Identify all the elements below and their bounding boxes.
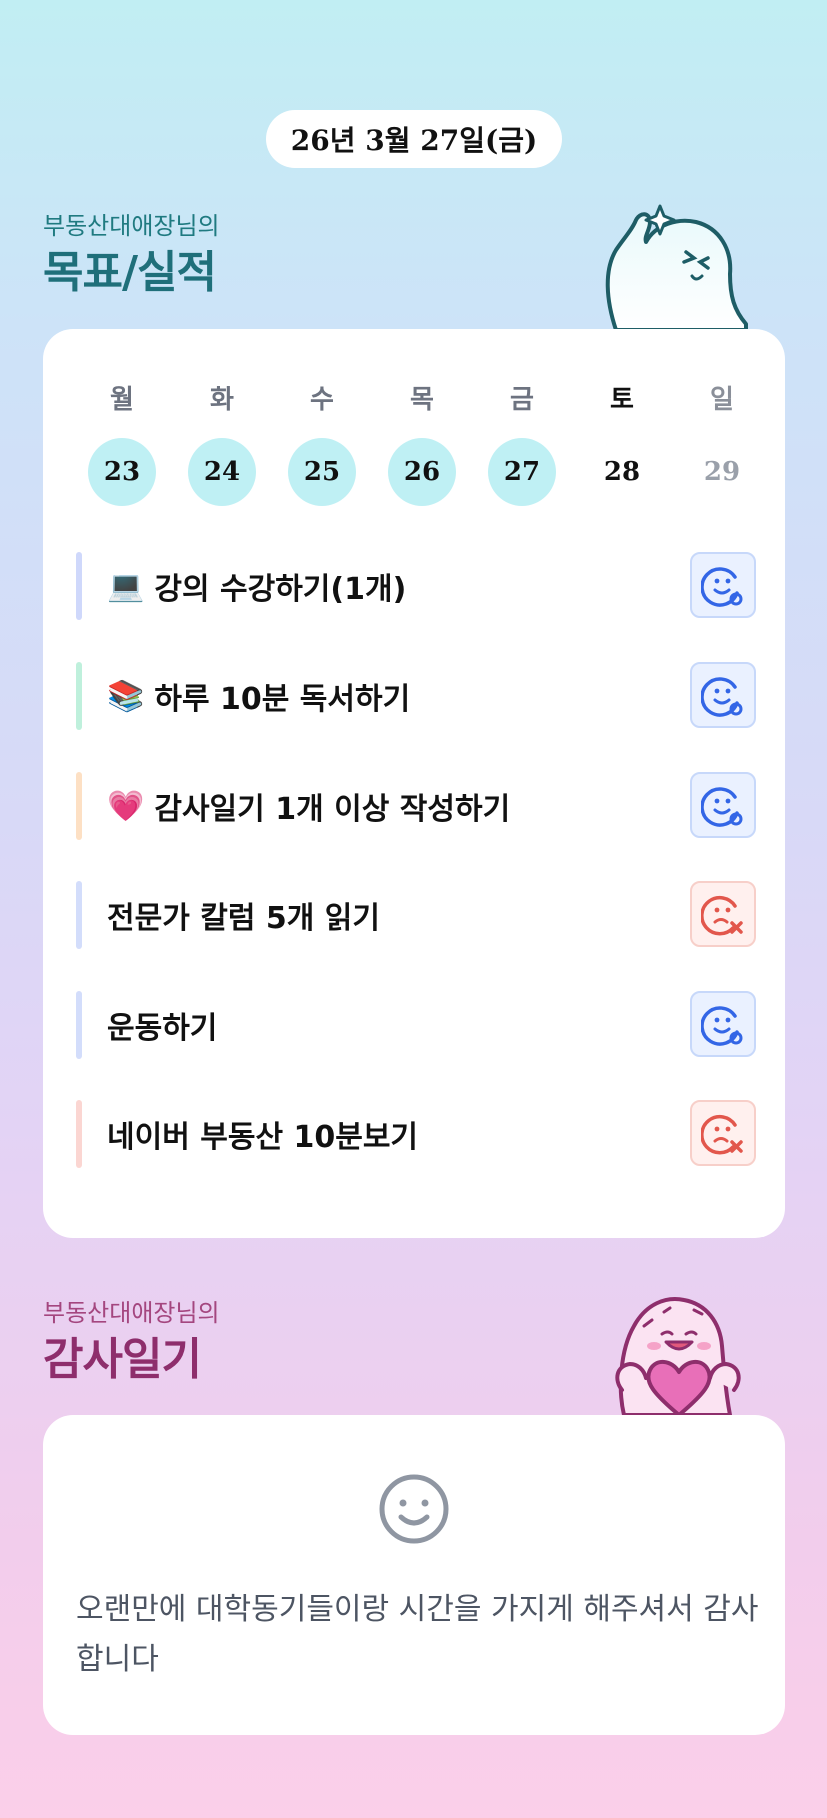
goal-label: 전문가 칼럼 5개 읽기 [107, 901, 381, 936]
goal-color-bar [76, 552, 82, 620]
weekday-label: 월 [110, 385, 134, 415]
calendar-day[interactable]: 24 [172, 438, 272, 506]
goal-label: 네이버 부동산 10분보기 [107, 1120, 419, 1155]
goals-card: 월 화 수 목 금 토 일 23 24 25 26 27 28 29 💻 강의 … [43, 329, 785, 1238]
goal-status-done[interactable] [690, 991, 756, 1057]
weekday-label: 목 [410, 385, 434, 415]
calendar-day[interactable]: 27 [472, 438, 572, 506]
smile-check-icon [701, 787, 743, 827]
diary-card: 오랜만에 대학동기들이랑 시간을 가지게 해주셔서 감사합니다 [43, 1415, 785, 1735]
smile-face-icon [379, 1474, 449, 1544]
goal-label: 강의 수강하기(1개) [154, 572, 407, 607]
waving-mascot-icon [605, 204, 748, 330]
calendar-day[interactable]: 29 [672, 438, 772, 506]
date-pill[interactable]: 26년 3월 27일(금) [266, 110, 562, 168]
goal-row[interactable]: 📚 하루 10분 독서하기 [76, 662, 756, 730]
goal-color-bar [76, 1100, 82, 1168]
heart-icon: 💗 [107, 788, 145, 824]
goal-label: 하루 10분 독서하기 [154, 682, 411, 717]
weekday-row: 월 화 수 목 금 토 일 [72, 379, 772, 416]
goal-label: 감사일기 1개 이상 작성하기 [154, 792, 511, 827]
goal-status-done[interactable] [690, 772, 756, 838]
calendar-day[interactable]: 25 [272, 438, 372, 506]
goal-row[interactable]: 💗 감사일기 1개 이상 작성하기 [76, 772, 756, 840]
goal-color-bar [76, 662, 82, 730]
goal-label: 운동하기 [107, 1011, 218, 1046]
smile-check-icon [701, 567, 743, 607]
sad-x-icon [701, 895, 743, 936]
smile-check-icon [701, 1006, 743, 1046]
diary-entry-text: 오랜만에 대학동기들이랑 시간을 가지게 해주셔서 감사합니다 [76, 1592, 759, 1677]
smile-check-icon [701, 677, 743, 717]
calendar-day[interactable]: 23 [72, 438, 172, 506]
goal-row[interactable]: 전문가 칼럼 5개 읽기 [76, 881, 756, 949]
books-icon: 📚 [107, 678, 145, 714]
weekday-label: 토 [610, 385, 634, 415]
weekday-label: 금 [510, 385, 534, 415]
goal-color-bar [76, 991, 82, 1059]
heart-mascot-icon [615, 1297, 741, 1415]
goal-row[interactable]: 네이버 부동산 10분보기 [76, 1100, 756, 1168]
goal-color-bar [76, 772, 82, 840]
calendar-day[interactable]: 28 [572, 438, 672, 506]
goal-color-bar [76, 881, 82, 949]
weekday-label: 화 [210, 385, 234, 415]
sad-x-icon [701, 1114, 743, 1155]
goal-row[interactable]: 💻 강의 수강하기(1개) [76, 552, 756, 620]
date-row: 23 24 25 26 27 28 29 [72, 438, 772, 506]
goals-section-title: 목표/실적 [43, 247, 217, 298]
goal-status-done[interactable] [690, 552, 756, 618]
weekday-label: 일 [710, 385, 734, 415]
goal-row[interactable]: 운동하기 [76, 991, 756, 1059]
weekday-label: 수 [310, 385, 334, 415]
calendar-day[interactable]: 26 [372, 438, 472, 506]
laptop-icon: 💻 [107, 568, 145, 604]
goal-status-failed[interactable] [690, 1100, 756, 1166]
diary-section-title: 감사일기 [43, 1334, 202, 1385]
goal-status-failed[interactable] [690, 881, 756, 947]
goal-status-done[interactable] [690, 662, 756, 728]
